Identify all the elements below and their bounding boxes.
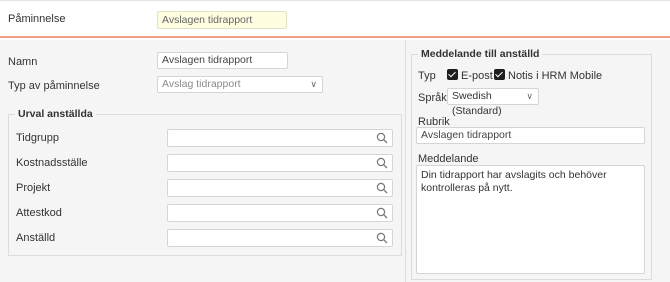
attest-code-lookup[interactable] [167, 204, 393, 222]
message-textarea[interactable]: Din tidrapport har avslagits och behöver… [416, 165, 645, 274]
checkmark-icon [494, 69, 505, 80]
search-icon[interactable] [376, 157, 388, 169]
reminder-label: Påminnelse [8, 13, 66, 25]
reminder-type-select[interactable]: Avslag tidrapport ∨ [157, 76, 323, 93]
email-checkbox[interactable] [447, 69, 458, 81]
search-icon[interactable] [376, 132, 388, 144]
chevron-down-icon: ∨ [526, 91, 533, 101]
employee-lookup[interactable] [167, 229, 393, 247]
search-icon[interactable] [376, 207, 388, 219]
column-divider [405, 40, 406, 282]
attest-code-label: Attestkod [16, 207, 62, 219]
hrm-mobile-checkbox[interactable] [494, 69, 505, 81]
employee-message-legend: Meddelande till anställd [421, 48, 540, 60]
subject-input[interactable]: Avslagen tidrapport [416, 127, 645, 144]
time-group-label: Tidgrupp [16, 132, 60, 144]
header-bar: Påminnelse Avslagen tidrapport [0, 0, 670, 37]
language-value: Swedish (Standard) [452, 90, 502, 117]
employee-selection-legend: Urval anställda [18, 108, 93, 120]
language-select[interactable]: Swedish (Standard) ∨ [447, 88, 539, 117]
reminder-type-value: Avslag tidrapport [162, 78, 241, 90]
message-label: Meddelande [418, 153, 479, 165]
message-type-label: Typ [418, 70, 436, 82]
name-label: Namn [8, 56, 38, 68]
header-accent-line [0, 36, 670, 38]
search-icon[interactable] [376, 182, 388, 194]
cost-center-label: Kostnadsställe [16, 157, 88, 169]
project-label: Projekt [16, 182, 51, 194]
time-group-lookup[interactable] [167, 129, 393, 147]
reminder-type-label: Typ av påminnelse [8, 80, 100, 92]
email-label: E-post [461, 70, 493, 82]
search-icon[interactable] [376, 232, 388, 244]
name-input[interactable]: Avslagen tidrapport [157, 52, 288, 69]
hrm-mobile-label: Notis i HRM Mobile [508, 70, 603, 82]
project-lookup[interactable] [167, 179, 393, 197]
reminder-title-input[interactable]: Avslagen tidrapport [157, 11, 287, 29]
language-label: Språk [418, 92, 447, 104]
employee-label: Anställd [16, 232, 56, 244]
chevron-down-icon: ∨ [310, 79, 317, 89]
checkmark-icon [447, 69, 458, 80]
cost-center-lookup[interactable] [167, 154, 393, 172]
